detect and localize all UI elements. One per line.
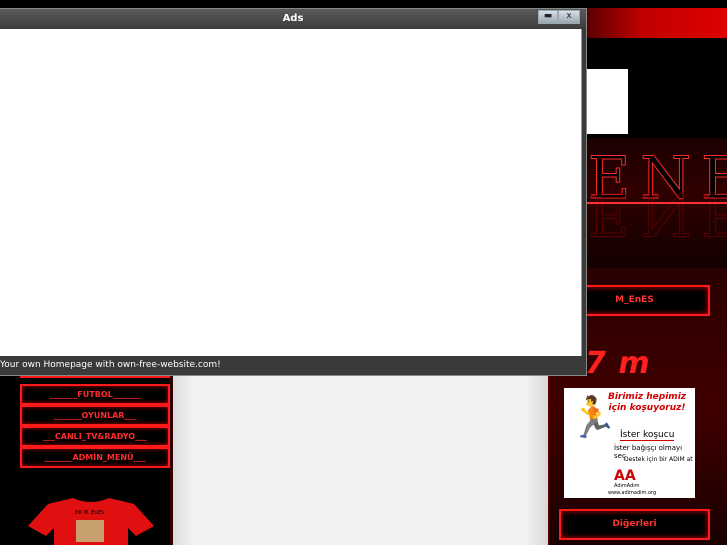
window-controls: ▬ x (538, 10, 580, 24)
nav-button-admin-menu[interactable]: _______ADMİN_MENÜ___ (20, 447, 170, 468)
nav-button-futbol[interactable]: _______FUTBOL_______ (20, 384, 170, 405)
minimize-button[interactable]: ▬ (538, 10, 558, 24)
main-content-area (170, 376, 548, 545)
close-button[interactable]: x (558, 10, 580, 24)
window-status-text[interactable]: Your own Homepage with own-free-website.… (0, 359, 221, 371)
ads-content-area (0, 29, 582, 356)
ad-line-3: Destek için bir ADIM at (624, 456, 693, 463)
ad-line-1: İster koşucu (620, 430, 675, 441)
adimadim-logo: AA (614, 468, 636, 484)
ad-headline: Birimiz hepimiz için koşuyoruz! (607, 392, 687, 413)
banner-divider (586, 202, 727, 204)
nav-button-canli-tv[interactable]: ___CANLI_TV&RADYO___ (20, 426, 170, 447)
site-banner: ENES ENES (586, 138, 727, 268)
ad-logo-text: AdımAdım (614, 483, 640, 489)
site-header-bar (586, 8, 727, 38)
banner-reflection: ENES (588, 180, 727, 249)
adimadim-ad[interactable]: 🏃 Birimiz hepimiz için koşuyoruz! İster … (564, 388, 695, 498)
nav-button-oyunlar[interactable]: _______OYUNLAR___ (20, 405, 170, 426)
svg-text:ÐK M. EnES: ÐK M. EnES (75, 510, 104, 516)
window-title: Ads (282, 13, 304, 24)
header-image-placeholder (586, 69, 628, 134)
window-titlebar[interactable]: Ads (0, 9, 586, 28)
ad-url: www.adimadim.org (608, 490, 657, 496)
left-sidebar: _______FUTBOL_______ _______OYUNLAR___ _… (0, 368, 173, 545)
ads-window[interactable]: Ads ▬ x Your own Homepage with own-free-… (0, 8, 587, 376)
nav-button-digerleri[interactable]: Diğerleri (559, 509, 710, 540)
tshirt-image: ÐK M. EnES (28, 498, 154, 545)
